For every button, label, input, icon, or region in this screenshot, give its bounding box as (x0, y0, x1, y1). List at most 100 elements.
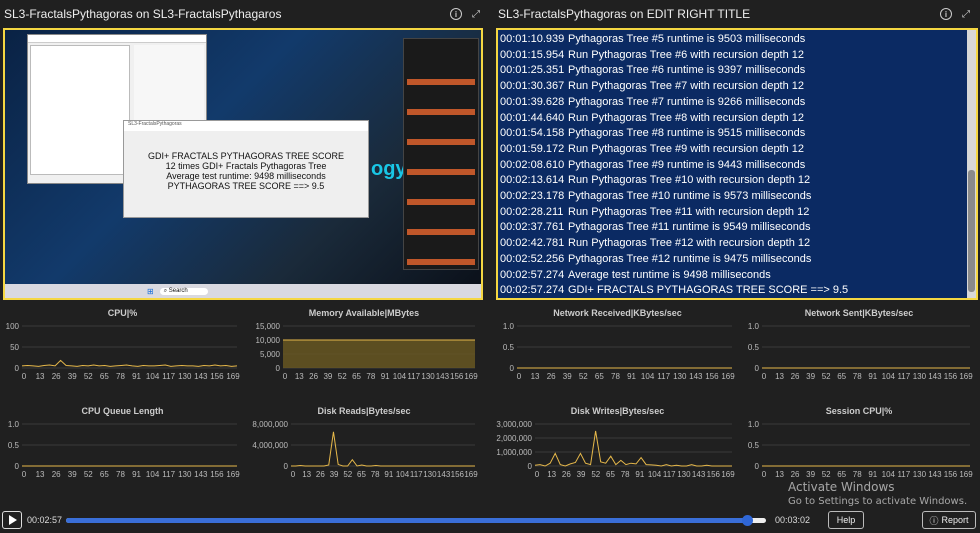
y-tick-label: 3,000,000 (496, 420, 532, 429)
x-tick-label: 143 (692, 470, 706, 479)
x-tick-label: 52 (591, 470, 600, 479)
x-tick-label: 39 (806, 372, 815, 381)
activate-windows-title: Activate Windows (788, 480, 895, 494)
x-tick-label: 0 (517, 372, 522, 381)
chart-svg: 1.0 0.5 00 13 26 39 52 65 78 91 104 117 130 143 156 169 (748, 322, 973, 381)
report-button[interactable]: ⓘ Report (922, 511, 976, 529)
series-area (283, 340, 475, 368)
x-tick-label: 26 (791, 372, 800, 381)
x-tick-label: 26 (52, 470, 61, 479)
expand-icon[interactable]: ⤢ (960, 8, 972, 20)
x-tick-label: 26 (316, 470, 325, 479)
x-tick-label: 169 (464, 372, 478, 381)
y-tick-label: 0.5 (748, 343, 760, 352)
log-view[interactable]: 00:01:10.939 Pythagoras Tree #5 runtime i… (496, 28, 978, 300)
log-message: Pythagoras Tree #12 runtime is 9475 mill… (568, 252, 812, 265)
play-button[interactable] (2, 511, 22, 529)
info-icon: ⓘ (929, 515, 939, 526)
x-tick-label: 104 (393, 372, 407, 381)
y-tick-label: 0.5 (748, 441, 760, 450)
y-tick-label: 0 (276, 364, 281, 373)
log-timestamp: 00:02:28.211 (500, 205, 564, 218)
x-tick-label: 13 (302, 470, 311, 479)
y-tick-label: 0 (755, 462, 760, 471)
info-icon[interactable]: i (940, 8, 952, 20)
x-tick-label: 169 (464, 470, 478, 479)
log-message: Pythagoras Tree #9 runtime is 9443 milli… (568, 158, 806, 171)
x-tick-label: 78 (116, 372, 125, 381)
x-tick-label: 39 (330, 470, 339, 479)
x-tick-label: 156 (210, 470, 224, 479)
x-tick-label: 52 (822, 372, 831, 381)
x-tick-label: 52 (84, 470, 93, 479)
windows-start-icon[interactable]: ⊞ (147, 287, 154, 296)
x-tick-label: 26 (547, 372, 556, 381)
x-tick-label: 91 (381, 372, 390, 381)
left-panel-title: SL3-FractalsPythagoras on SL3-FractalsPy… (4, 7, 282, 21)
log-message: Pythagoras Tree #8 runtime is 9515 milli… (568, 127, 806, 140)
help-button[interactable]: Help (828, 511, 864, 529)
log-timestamp: 00:02:52.256 (500, 252, 565, 265)
log-timestamp: 00:02:37.761 (500, 221, 565, 234)
x-tick-label: 91 (627, 372, 636, 381)
chart-svg: 1.0 0.5 00 13 26 39 52 65 78 91 104 117 130 143 156 169 (8, 420, 240, 479)
x-tick-label: 117 (897, 470, 910, 479)
windows-taskbar: ⊞ ⌕ Search (5, 284, 481, 298)
x-tick-label: 117 (663, 470, 676, 479)
x-tick-label: 78 (853, 372, 862, 381)
dialog-line: PYTHAGORAS TREE SCORE ==> 9.5 (167, 181, 325, 191)
x-tick-label: 39 (68, 372, 77, 381)
x-tick-label: 65 (100, 470, 109, 479)
x-tick-label: 104 (146, 372, 160, 381)
seek-handle[interactable] (742, 515, 754, 526)
x-tick-label: 39 (68, 470, 77, 479)
x-tick-label: 26 (52, 372, 61, 381)
x-tick-label: 156 (944, 470, 958, 479)
player-bar: 00:02:57 00:03:02 Help ⓘ Report (0, 508, 980, 533)
seek-bar[interactable] (66, 515, 766, 526)
chart-svg: 100 50 00 13 26 39 52 65 78 91 104 117 130 143 156 169 (6, 322, 241, 381)
help-label: Help (836, 515, 856, 525)
x-tick-label: 0 (22, 372, 27, 381)
log-row: 00:01:30.367 Run Pythagoras Tree #7 with … (500, 79, 966, 95)
total-time: 00:03:02 (775, 515, 811, 525)
y-tick-label: 4,000,000 (252, 441, 288, 450)
x-tick-label: 130 (673, 372, 687, 381)
x-tick-label: 91 (384, 470, 393, 479)
log-message: Run Pythagoras Tree #8 with recursion de… (568, 111, 805, 124)
y-tick-label: 0.5 (8, 441, 20, 450)
x-tick-label: 143 (194, 372, 208, 381)
log-row: 00:02:57.274 GDI+ FRACTALS PYTHAGORAS TRE… (500, 283, 966, 298)
x-tick-label: 143 (194, 470, 208, 479)
x-tick-label: 65 (837, 470, 846, 479)
x-tick-label: 78 (621, 470, 630, 479)
scrollbar-thumb[interactable] (968, 170, 975, 292)
log-message: GDI+ FRACTALS PYTHAGORAS TREE SCORE ==> … (568, 284, 849, 297)
log-row: 00:02:28.211 Run Pythagoras Tree #11 with… (500, 205, 966, 221)
y-tick-label: 0 (510, 364, 515, 373)
y-tick-label: 1.0 (8, 420, 20, 429)
x-tick-label: 78 (611, 372, 620, 381)
report-label: Report (941, 515, 969, 525)
remote-desktop-view[interactable]: SL3-FractalsPythagoras GDI+ FRACTALS PYT… (3, 28, 483, 300)
log-timestamp: 00:01:54.158 (500, 127, 565, 140)
taskbar-search-label: Search (168, 287, 188, 294)
x-tick-label: 156 (705, 372, 719, 381)
x-tick-label: 156 (944, 372, 958, 381)
score-dialog: SL3-FractalsPythagoras GDI+ FRACTALS PYT… (123, 120, 369, 218)
x-tick-label: 143 (437, 470, 451, 479)
x-tick-label: 13 (775, 470, 784, 479)
log-timestamp: 00:02:57.274 (500, 268, 565, 281)
chart-net-sent: Network Sent|KBytes/sec 1.0 0.5 0 0 13 26 39 52 6… (740, 308, 978, 394)
expand-icon[interactable]: ⤢ (470, 8, 482, 20)
series-line (291, 431, 475, 467)
x-tick-label: 143 (689, 372, 703, 381)
x-tick-label: 39 (577, 470, 586, 479)
taskbar-search-box[interactable]: ⌕ Search (159, 287, 208, 295)
y-tick-label: 0 (528, 462, 533, 471)
x-tick-label: 104 (641, 372, 655, 381)
log-scrollbar[interactable] (967, 30, 976, 298)
x-tick-label: 78 (371, 470, 380, 479)
log-timestamp: 00:01:10.939 (500, 33, 565, 45)
info-icon[interactable]: i (450, 8, 462, 20)
